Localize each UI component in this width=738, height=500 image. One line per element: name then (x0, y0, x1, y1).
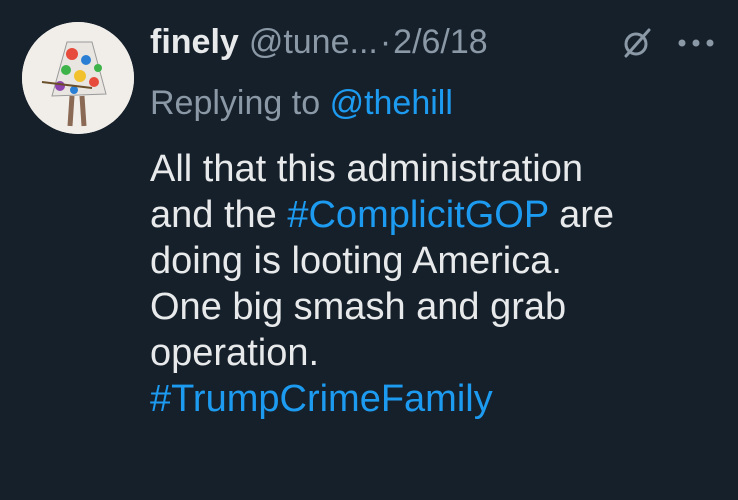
tweet-date[interactable]: 2/6/18 (393, 16, 488, 68)
hashtag-complicitgop[interactable]: #ComplicitGOP (287, 194, 548, 236)
tweet-text-line: operation. (150, 332, 320, 374)
tweet-text-line: All that this administration (150, 148, 583, 190)
reply-mention-link[interactable]: @thehill (330, 84, 453, 122)
more-icon[interactable] (676, 36, 716, 50)
grok-icon[interactable] (620, 26, 654, 60)
tweet-text-line: and the #ComplicitGOP are (150, 192, 720, 238)
tweet-text-line: doing is looting America. (150, 240, 562, 282)
avatar[interactable] (22, 22, 134, 134)
reply-context: Replying to @thehill (150, 78, 453, 128)
tweet-header: finely @tune... · 2/6/18 (150, 16, 488, 68)
hashtag-trumpcrimefamily[interactable]: #TrumpCrimeFamily (150, 376, 720, 422)
avatar-image (22, 22, 134, 134)
separator-dot: · (379, 23, 392, 61)
user-handle[interactable]: @tune... (249, 16, 378, 68)
tweet-text-segment: and the (150, 194, 277, 236)
tweet-text-line: One big smash and grab (150, 286, 567, 328)
display-name[interactable]: finely (150, 16, 239, 68)
tweet-text: All that this administration and the #Co… (150, 146, 720, 422)
tweet-text-segment: are (559, 194, 615, 236)
reply-prefix: Replying to (150, 84, 321, 122)
tweet: finely @tune... · 2/6/18 Replying to @th… (0, 0, 738, 500)
